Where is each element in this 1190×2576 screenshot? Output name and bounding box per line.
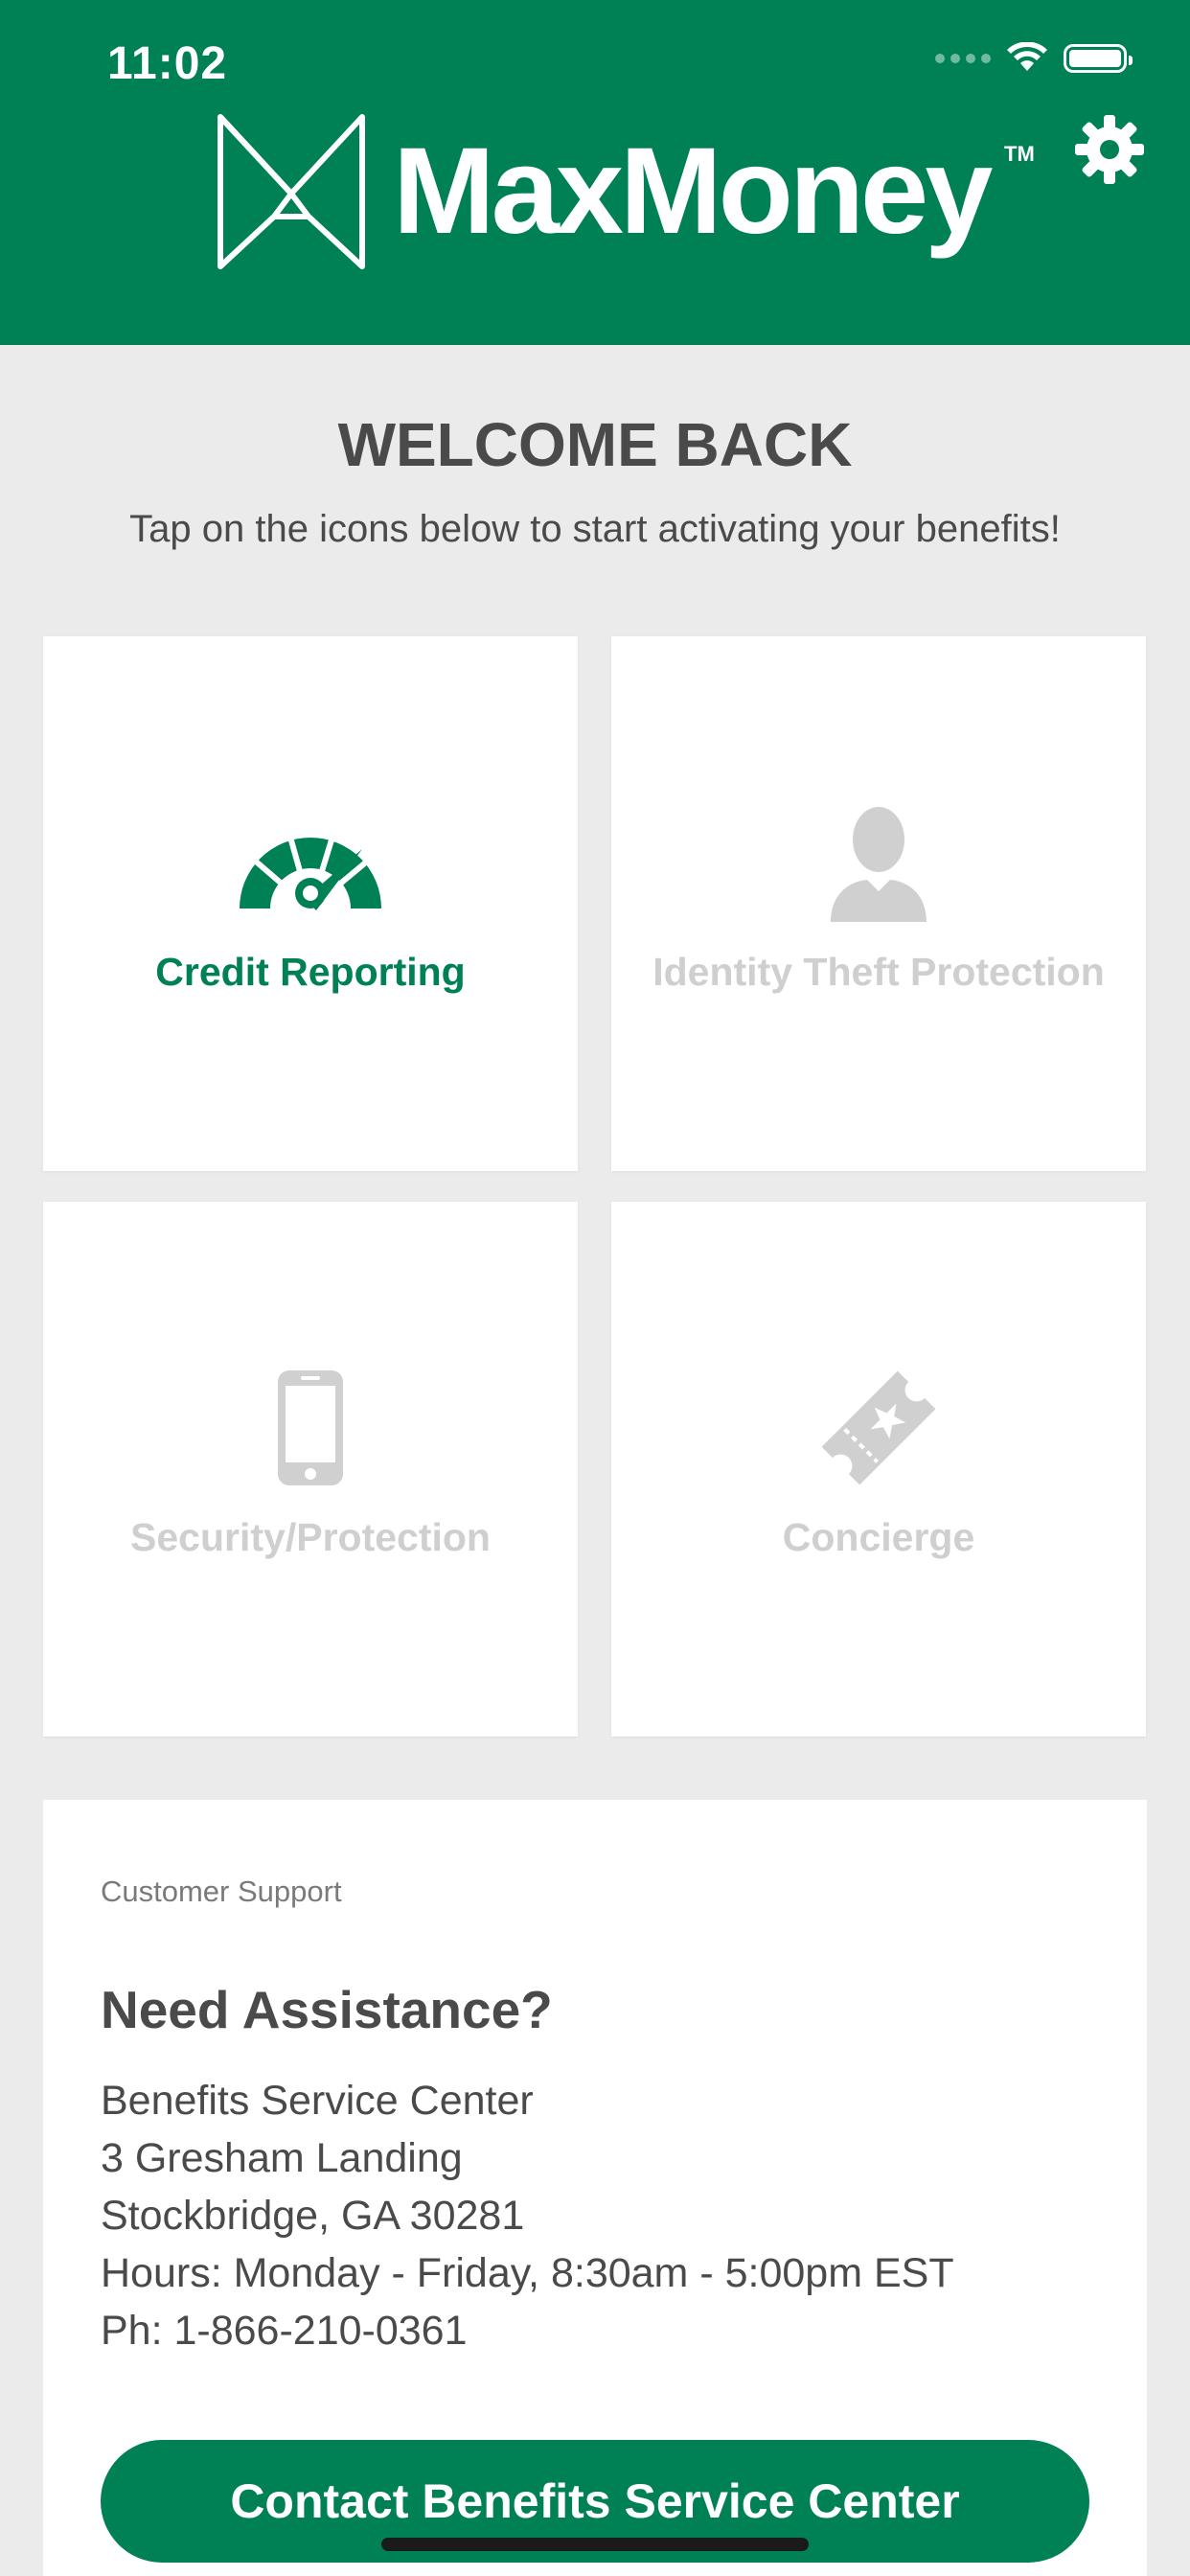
support-line: Stockbridge, GA 30281: [101, 2193, 525, 2239]
brand-logo: MaxMoney TM: [217, 113, 1035, 270]
tile-label: Identity Theft Protection: [652, 950, 1105, 994]
support-phone[interactable]: Ph: 1-866-210-0361: [101, 2302, 954, 2359]
person-icon: [831, 807, 927, 922]
status-time: 11:02: [107, 38, 228, 89]
customer-support-card: Customer Support Need Assistance? Benefi…: [43, 1800, 1147, 2576]
smartphone-icon: [278, 1370, 343, 1485]
support-title: Need Assistance?: [101, 1980, 553, 2039]
home-indicator[interactable]: [381, 2538, 809, 2551]
support-line: Hours: Monday - Friday, 8:30am - 5:00pm …: [101, 2250, 954, 2296]
speedometer-icon: [234, 833, 387, 910]
support-line: Benefits Service Center: [101, 2078, 534, 2124]
signal-icon: [935, 54, 991, 63]
tile-identity-theft-protection[interactable]: Identity Theft Protection: [611, 636, 1146, 1171]
support-line: 3 Gresham Landing: [101, 2135, 463, 2181]
support-address: Benefits Service Center 3 Gresham Landin…: [101, 2072, 954, 2359]
tile-security-protection[interactable]: Security/Protection: [43, 1202, 578, 1736]
tile-concierge[interactable]: Concierge: [611, 1202, 1146, 1736]
wifi-icon: [1007, 42, 1047, 71]
app-screen: 11:02 MaxMoney TM WELCOME BACK Tap on th…: [0, 0, 1190, 2576]
tile-label: Concierge: [782, 1515, 975, 1559]
settings-button[interactable]: [1071, 111, 1148, 188]
trademark-mark: TM: [1004, 142, 1035, 166]
tile-label: Security/Protection: [130, 1515, 491, 1559]
app-header: 11:02 MaxMoney TM: [0, 0, 1190, 345]
page-title: WELCOME BACK: [337, 410, 853, 479]
tile-credit-reporting[interactable]: Credit Reporting: [43, 636, 578, 1171]
support-kicker: Customer Support: [101, 1874, 342, 1908]
ticket-icon: [821, 1370, 936, 1485]
tile-label: Credit Reporting: [155, 950, 466, 994]
page-subtitle: Tap on the icons below to start activati…: [129, 508, 1061, 550]
logo-mark-icon: [217, 114, 365, 269]
gear-icon: [1075, 115, 1144, 184]
brand-name: MaxMoney: [393, 123, 993, 260]
status-indicators: [935, 42, 1133, 75]
battery-icon: [1064, 44, 1133, 73]
